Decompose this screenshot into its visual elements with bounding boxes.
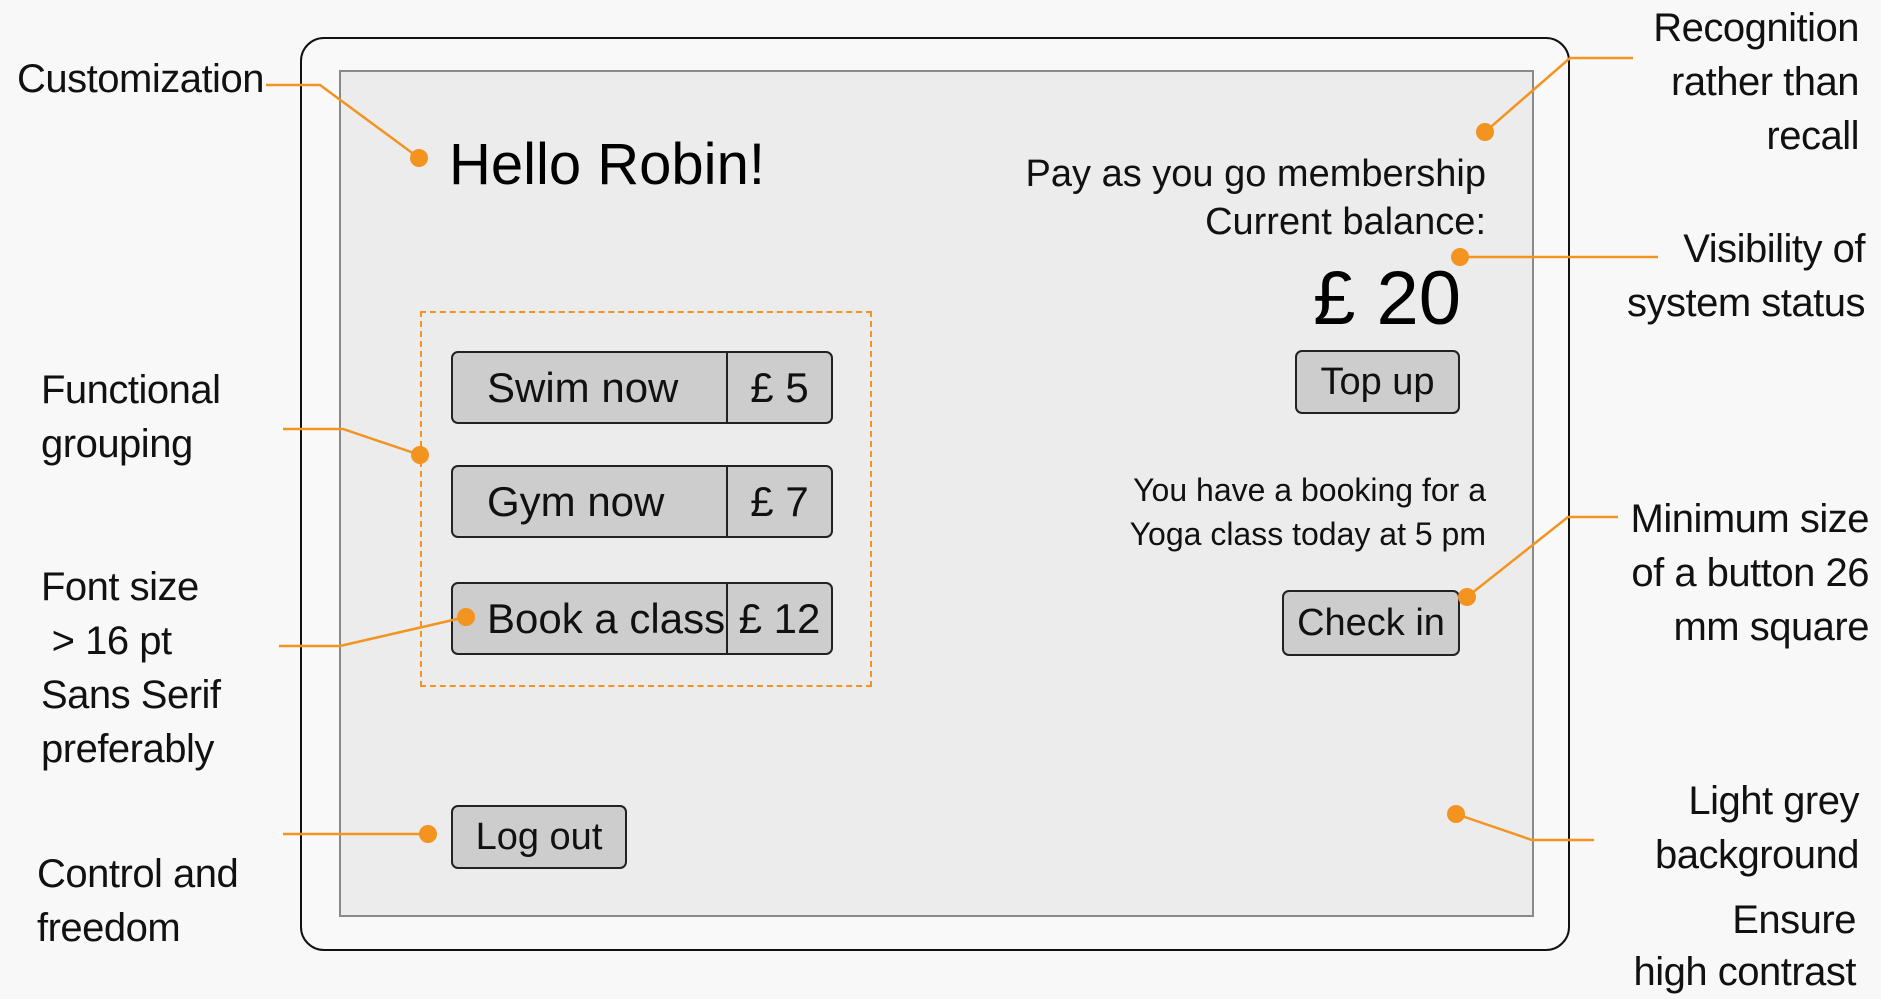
check-in-button[interactable]: Check in [1282, 590, 1460, 656]
annotation-customization: Customization [17, 57, 264, 101]
annotation-line: Ensure [1732, 898, 1856, 942]
annotation-line: Control and [37, 852, 239, 896]
balance-value: £ 20 [1313, 256, 1461, 341]
annotation-line: of a button 26 [1631, 551, 1869, 595]
top-up-button[interactable]: Top up [1295, 350, 1460, 414]
annotation-minimum-size: Minimum size of a button 26 mm square [1630, 492, 1870, 654]
annotation-line: Functional [41, 368, 221, 412]
annotation-line: system status [1626, 281, 1866, 325]
annotation-line: Visibility of [1683, 227, 1865, 271]
annotation-control-freedom: Control and freedom [37, 847, 239, 955]
annotation-line: Font size [41, 565, 199, 609]
functional-group-outline [420, 311, 872, 687]
annotation-line: grouping [41, 422, 193, 466]
booking-line-1: You have a booking for a [1133, 472, 1486, 508]
annotation-functional-grouping: Functional grouping [41, 363, 221, 471]
greeting-heading: Hello Robin! [449, 132, 765, 197]
booking-line-2: Yoga class today at 5 pm [1129, 516, 1486, 552]
annotation-font-size: Font size > 16 pt Sans Serif preferably [41, 560, 221, 776]
annotation-line: Light grey [1688, 779, 1859, 823]
annotation-line: mm square [1673, 605, 1869, 649]
log-out-button[interactable]: Log out [451, 805, 627, 869]
annotation-contrast: Ensure high contrast [1633, 894, 1856, 998]
annotation-line: preferably [41, 727, 214, 771]
annotation-line: freedom [37, 906, 181, 950]
membership-info: Pay as you go membership Current balance… [1026, 150, 1486, 246]
annotation-visibility: Visibility of system status [1626, 222, 1866, 330]
annotation-line: Minimum size [1630, 497, 1870, 541]
annotation-line: > 16 pt [41, 619, 172, 663]
annotation-line: background [1654, 833, 1860, 877]
annotation-line: rather than [1671, 60, 1859, 104]
annotation-recognition: Recognition rather than recall [1653, 1, 1859, 163]
annotation-light-grey: Light grey background [1654, 774, 1860, 882]
annotation-line: Recognition [1653, 6, 1859, 50]
membership-type: Pay as you go membership [1025, 153, 1486, 195]
annotation-line: recall [1766, 114, 1859, 158]
booking-notice: You have a booking for a Yoga class toda… [1130, 468, 1486, 556]
balance-label: Current balance: [1205, 201, 1486, 243]
annotation-line: high contrast [1633, 950, 1856, 994]
annotation-line: Sans Serif [41, 673, 221, 717]
